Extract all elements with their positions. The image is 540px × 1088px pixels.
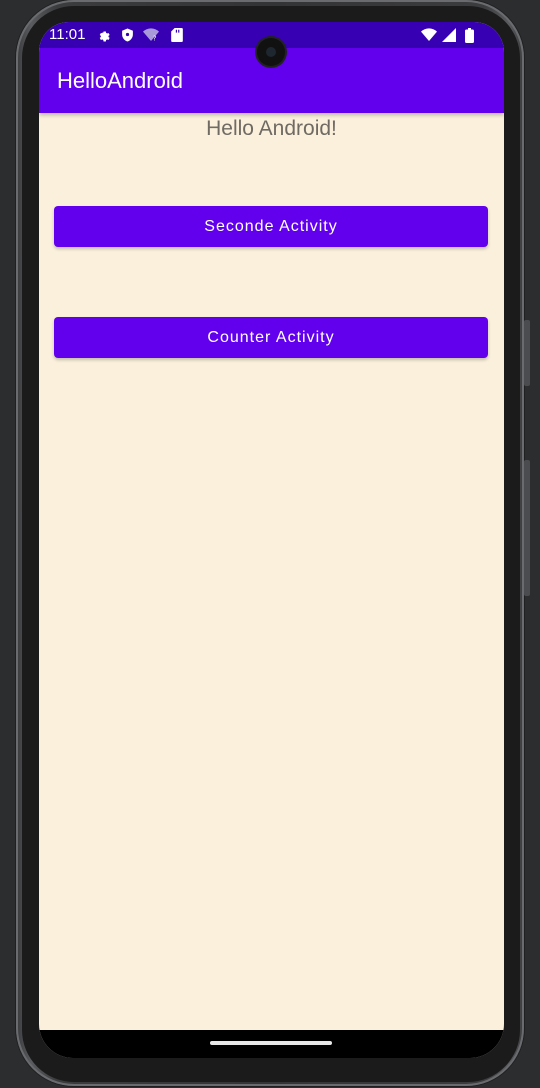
home-gesture-handle[interactable] (210, 1041, 332, 1045)
battery-icon (461, 27, 477, 43)
sd-card-icon (169, 27, 185, 43)
wifi-question-icon: ? (143, 27, 159, 43)
svg-text:?: ? (153, 34, 157, 42)
gear-icon (95, 27, 111, 43)
shield-icon (119, 27, 135, 43)
seconde-activity-button[interactable]: Seconde Activity (54, 206, 488, 247)
cellular-signal-icon (441, 27, 457, 43)
front-camera (257, 38, 285, 66)
navigation-bar (39, 1030, 504, 1058)
counter-activity-button[interactable]: Counter Activity (54, 317, 488, 358)
status-time: 11:01 (49, 26, 86, 43)
power-button[interactable] (524, 320, 530, 386)
greeting-text: Hello Android! (206, 117, 337, 140)
app-title: HelloAndroid (57, 68, 183, 93)
volume-button[interactable] (524, 460, 530, 596)
screen: 11:01 ? HelloAndroid Hello Android! Seco… (39, 22, 504, 1058)
wifi-icon (421, 27, 437, 43)
